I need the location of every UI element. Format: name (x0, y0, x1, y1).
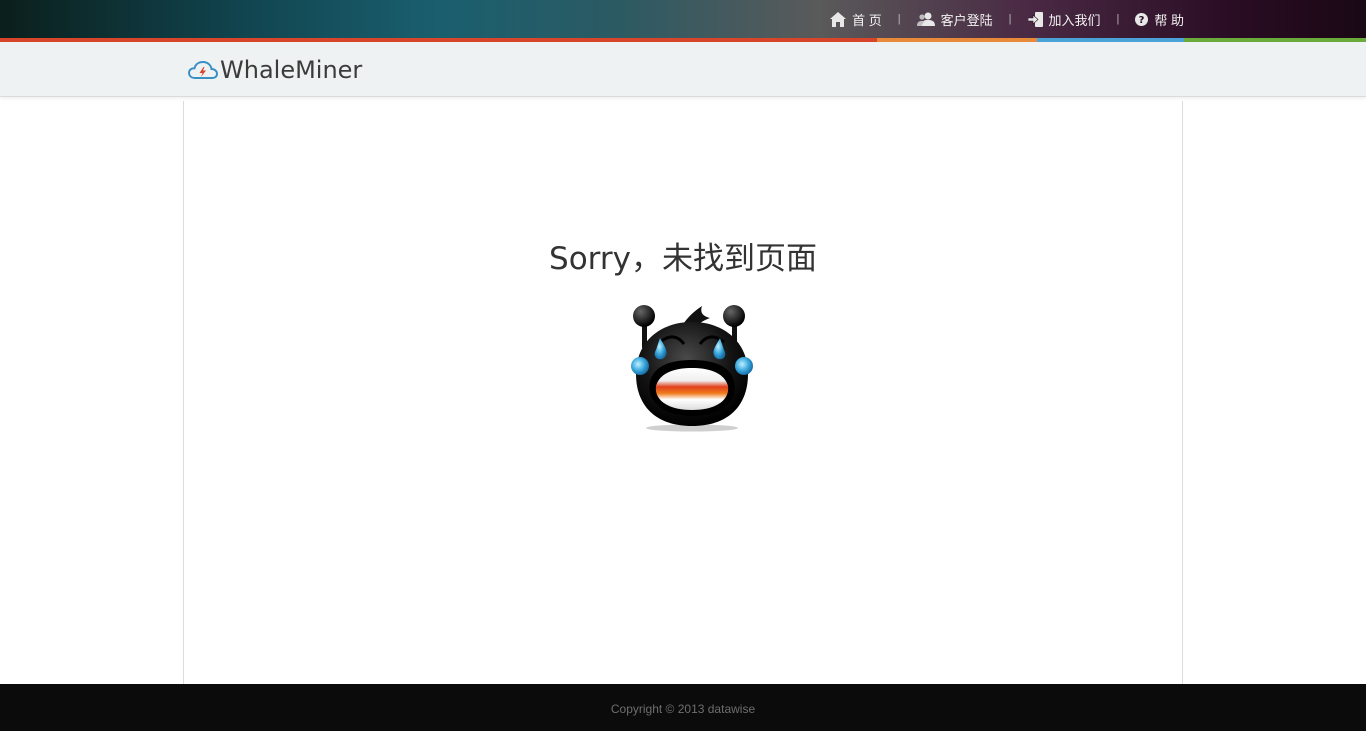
error-title: Sorry，未找到页面 (549, 241, 817, 277)
top-nav: 首 页 | 客户登陆 | 加入我们 | ? 帮 助 (830, 0, 1184, 38)
users-icon (916, 12, 935, 26)
brand-name: WhaleMiner (220, 56, 363, 84)
question-circle-icon: ? (1135, 12, 1149, 26)
signin-icon (1027, 11, 1043, 27)
nav-separator: | (897, 13, 901, 25)
top-bar: 首 页 | 客户登陆 | 加入我们 | ? 帮 助 (0, 0, 1366, 38)
copyright-text: Copyright © 2013 datawise (610, 702, 756, 716)
nav-join-label: 加入我们 (1048, 12, 1101, 28)
nav-help-label: 帮 助 (1154, 12, 1184, 28)
crying-face-icon (630, 304, 756, 437)
footer: Copyright © 2013 datawise (0, 684, 1366, 731)
nav-separator: | (1116, 13, 1120, 25)
nav-help[interactable]: ? 帮 助 (1135, 10, 1184, 29)
main-content: Sorry，未找到页面 (183, 101, 1183, 684)
nav-join[interactable]: 加入我们 (1027, 10, 1101, 29)
nav-login[interactable]: 客户登陆 (916, 10, 993, 29)
nav-login-label: 客户登陆 (940, 12, 993, 28)
nav-separator: | (1008, 13, 1012, 25)
cloud-lightning-icon (188, 60, 218, 79)
nav-home-label: 首 页 (852, 12, 882, 28)
nav-home[interactable]: 首 页 (830, 10, 882, 29)
site-header: WhaleMiner (0, 42, 1366, 97)
home-icon (830, 11, 847, 27)
svg-text:?: ? (1139, 15, 1145, 26)
logo[interactable]: WhaleMiner (188, 56, 362, 84)
